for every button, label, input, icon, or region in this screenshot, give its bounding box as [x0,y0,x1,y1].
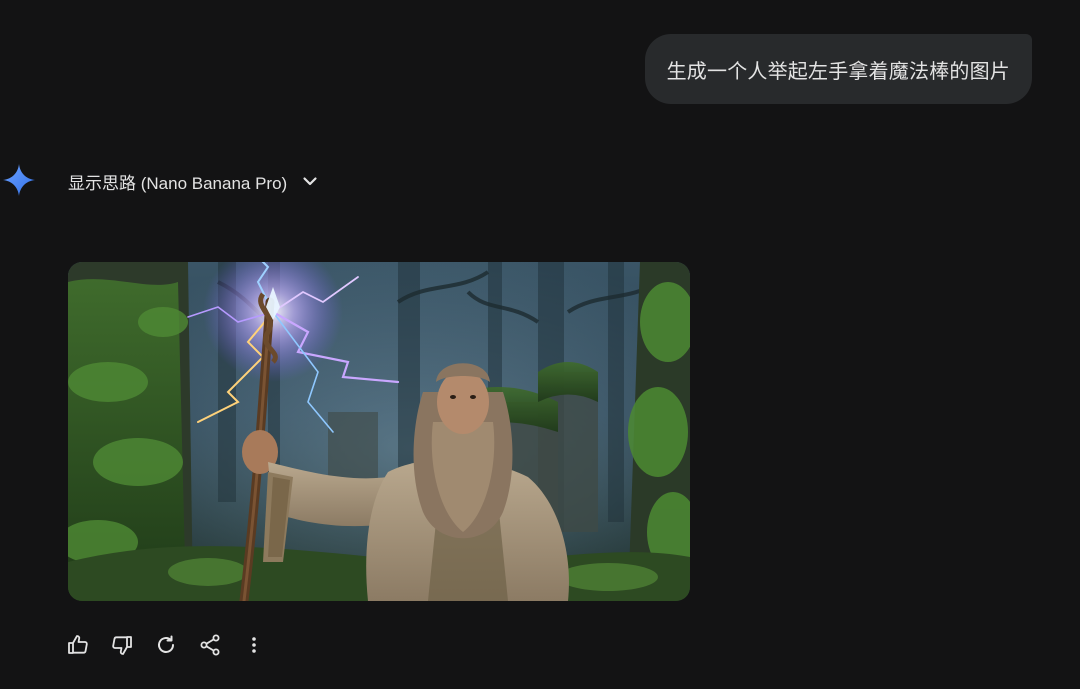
more-vert-icon [252,637,256,653]
thumbs-up-icon [68,635,88,654]
thumbs-down-icon [112,636,132,655]
more-options-button[interactable] [234,625,274,665]
regenerate-button[interactable] [146,625,186,665]
thumbs-up-button[interactable] [58,625,98,665]
share-button[interactable] [190,625,230,665]
gemini-spark-icon [3,164,35,196]
thumbs-down-button[interactable] [102,625,142,665]
show-thoughts-toggle[interactable]: 显示思路 (Nano Banana Pro) [68,166,319,196]
wizard-forest-illustration [68,262,690,601]
response-actions-bar [58,625,274,665]
user-message-bubble: 生成一个人举起左手拿着魔法棒的图片 [644,34,1032,104]
show-thoughts-label: 显示思路 (Nano Banana Pro) [68,173,288,193]
user-message-text: 生成一个人举起左手拿着魔法棒的图片 [666,58,1010,83]
share-icon [200,634,220,656]
chat-page: 生成一个人举起左手拿着魔法棒的图片 显示思路 (Nano Banana Pro) [0,0,1080,689]
generated-image[interactable] [68,262,690,601]
chevron-down-icon [303,177,317,186]
regenerate-icon [158,635,174,653]
